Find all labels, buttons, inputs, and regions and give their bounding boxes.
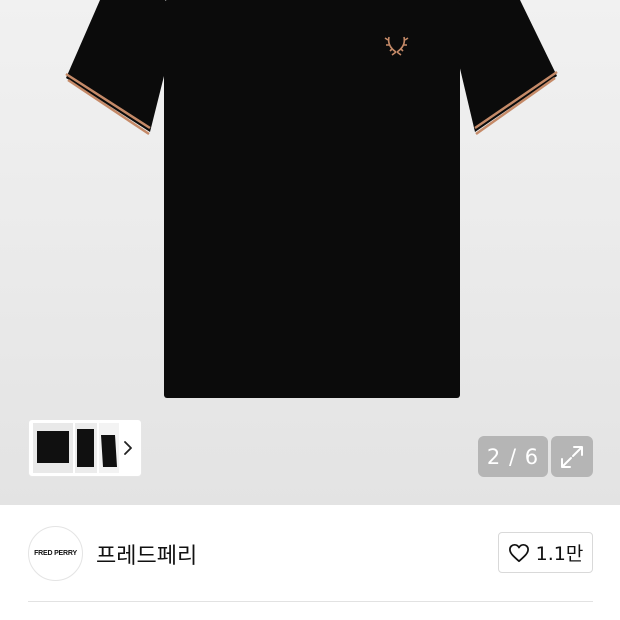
expand-icon (561, 445, 583, 468)
like-button[interactable]: 1.1만 (498, 532, 593, 573)
brand-row: FRED PERRY 프레드페리 1.1만 (0, 505, 620, 602)
thumbnail-images[interactable] (33, 423, 119, 473)
expand-button[interactable] (551, 436, 593, 477)
image-page-counter: 2 / 6 (478, 436, 548, 477)
like-count: 1.1만 (535, 543, 584, 565)
brand-name[interactable]: 프레드페리 (96, 538, 197, 570)
brand-logo[interactable]: FRED PERRY (28, 526, 83, 581)
thumbnail-strip[interactable] (28, 419, 142, 477)
heart-outline-icon (508, 543, 529, 562)
brand-logo-text: FRED PERRY (34, 550, 77, 557)
chevron-right-icon[interactable] (121, 439, 135, 457)
section-divider (28, 601, 593, 602)
product-image-gallery[interactable]: 2 / 6 (0, 0, 620, 505)
